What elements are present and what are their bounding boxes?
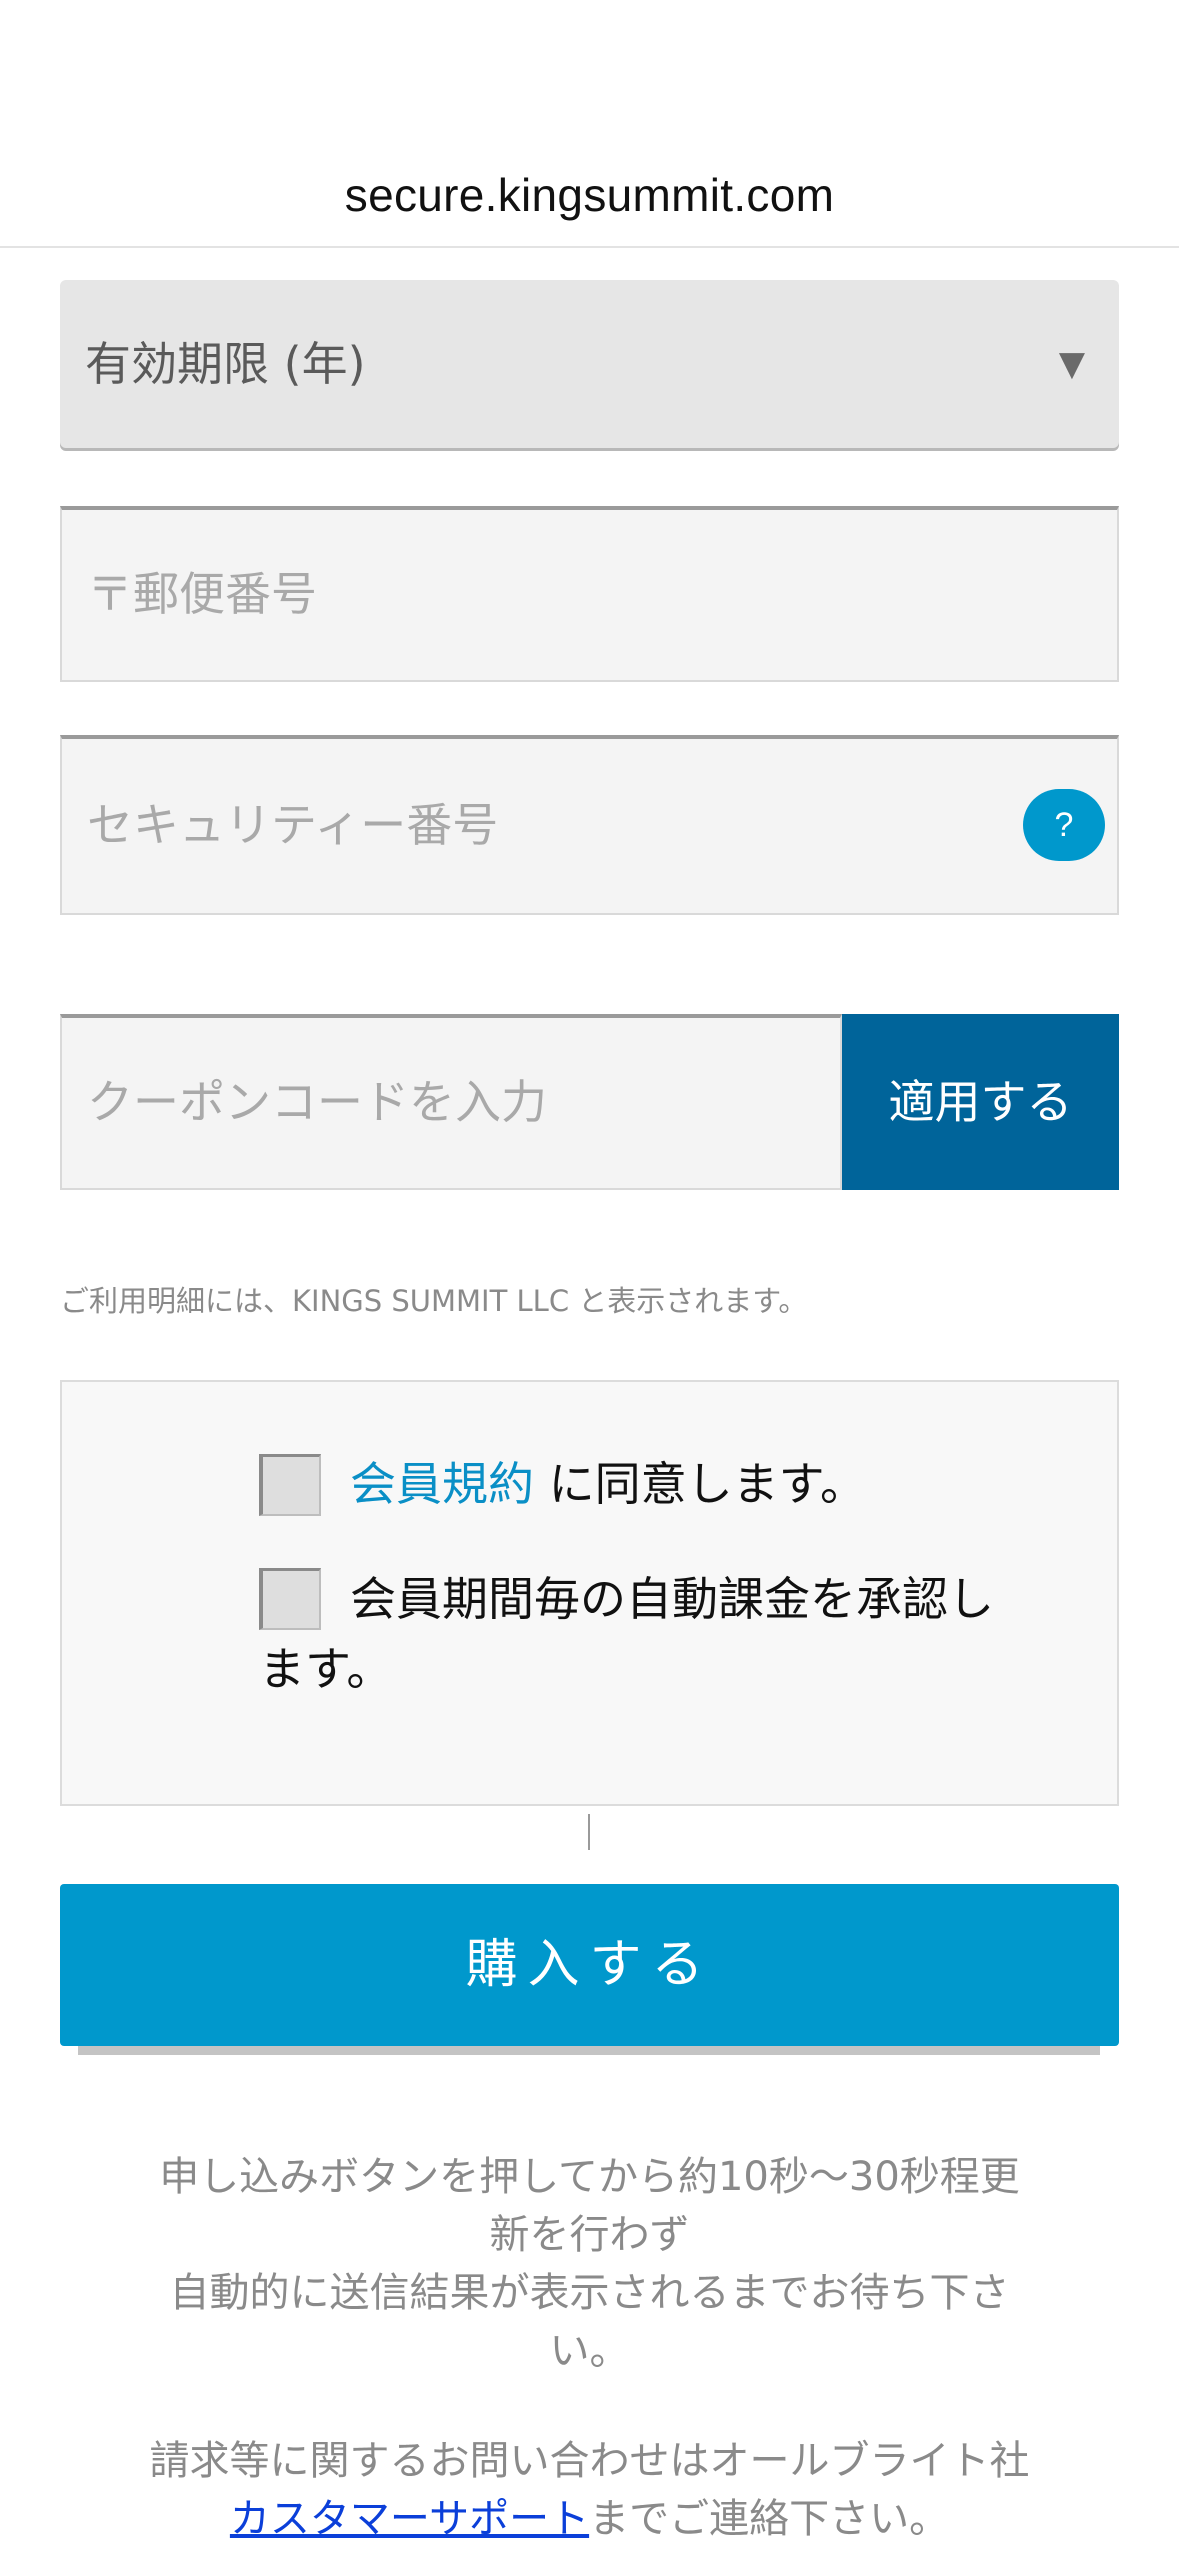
divider-tick (588, 1814, 590, 1850)
postal-code-input[interactable]: 〒郵便番号 (60, 506, 1119, 682)
terms-checkbox[interactable] (259, 1454, 321, 1516)
statement-note: ご利用明細には、KINGS SUMMIT LLC と表示されます。 (60, 1284, 808, 1318)
contact-notice-line1: 請求等に関するお問い合わせはオールブライト社 (149, 2438, 1030, 2484)
customer-support-link[interactable]: カスタマーサポート (230, 2496, 589, 2542)
terms-link[interactable]: 会員規約 (350, 1457, 534, 1511)
wait-notice-line1: 申し込みボタンを押してから約10秒〜30秒程更 (159, 2154, 1020, 2200)
apply-coupon-button[interactable]: 適用する (842, 1014, 1119, 1190)
auto-billing-checkbox[interactable] (259, 1568, 321, 1630)
purchase-button[interactable]: 購入する (60, 1884, 1119, 2046)
security-code-input[interactable]: セキュリティー番号 ? (60, 735, 1119, 915)
wait-notice-line3: 自動的に送信結果が表示されるまでお待ち下さ (169, 2270, 1010, 2316)
auto-billing-label-line2: ます。 (259, 1642, 393, 1696)
postal-code-placeholder: 〒郵便番号 (87, 567, 317, 621)
expiry-year-select-value: 有効期限 (年) (85, 337, 366, 391)
security-code-placeholder: セキュリティー番号 (87, 798, 499, 852)
contact-suffix: までご連絡下さい。 (589, 2496, 950, 2542)
coupon-placeholder: クーポンコードを入力 (87, 1075, 547, 1129)
contact-notice-line2: カスタマーサポートまでご連絡下さい。 (110, 2490, 1069, 2548)
coupon-input[interactable]: クーポンコードを入力 (60, 1014, 842, 1190)
wait-notice-line2: 新を行わず (489, 2212, 690, 2258)
agreement-box: 会員規約 に同意します。 会員期間毎の自動課金を承認し ます。 (60, 1380, 1119, 1806)
terms-suffix: に同意します。 (534, 1457, 867, 1511)
auto-billing-label-line1: 会員期間毎の自動課金を承認し (350, 1572, 994, 1626)
chevron-down-icon: ▼ (1058, 344, 1085, 384)
url-text[interactable]: secure.kingsummit.com (0, 168, 1179, 222)
expiry-year-select[interactable]: 有効期限 (年) ▼ (60, 280, 1119, 448)
terms-agreement-label: 会員規約 に同意します。 (350, 1450, 866, 1518)
help-icon[interactable]: ? (1023, 789, 1105, 861)
wait-notice-line4: い。 (549, 2328, 630, 2374)
